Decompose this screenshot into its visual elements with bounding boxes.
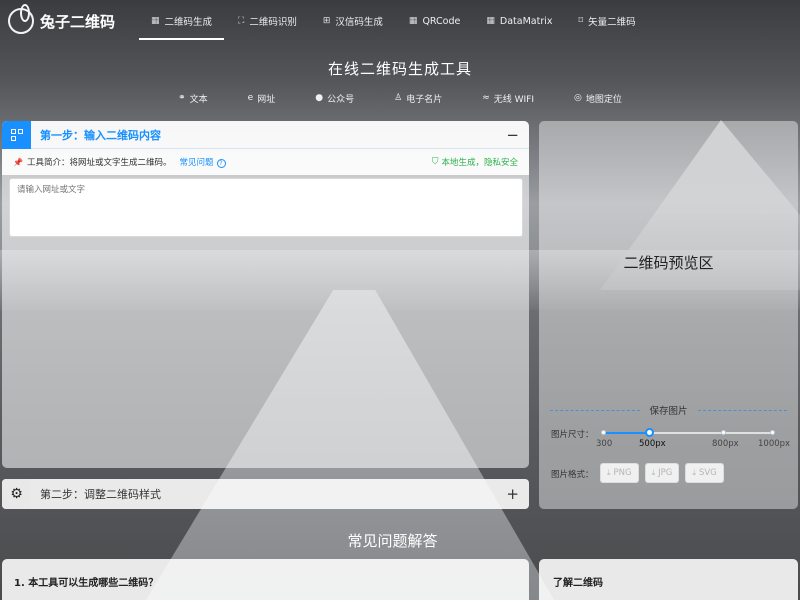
size-slider[interactable]: [601, 428, 775, 437]
tool-intro: 📌 工具简介：将网址或文字生成二维码。 常见问题? ⛉ 本地生成，隐私安全: [2, 149, 529, 175]
download-icon: ⤓: [607, 468, 611, 477]
tab-label: 电子名片: [406, 94, 443, 105]
png-button[interactable]: ⤓ PNG: [600, 463, 639, 483]
nav-item-qrcode[interactable]: ▦ QRCode: [396, 0, 473, 42]
wechat-icon: ●: [315, 93, 324, 103]
expand-button[interactable]: +: [506, 485, 519, 503]
nav-item-label: 二维码生成: [164, 17, 213, 28]
size-marks: 300 500px 800px 1000px: [591, 439, 800, 451]
step1-title: 第一步：输入二维码内容: [40, 128, 161, 142]
qrcode-icon: ▦: [151, 16, 160, 26]
preview-label: 二维码预览区: [623, 254, 714, 272]
hanxin-icon: ⊞: [322, 16, 331, 26]
tab-wifi[interactable]: ≈ 无线 WIFI: [482, 90, 534, 106]
nav-item-label: DataMatrix: [499, 15, 553, 27]
step1-panel: 第一步：输入二维码内容 − 📌 工具简介：将网址或文字生成二维码。 常见问题? …: [2, 121, 529, 468]
tab-vcard[interactable]: ♙ 电子名片: [394, 90, 442, 106]
safe-badge: ⛉ 本地生成，隐私安全: [432, 156, 518, 168]
nav-item-label: 矢量二维码: [588, 17, 636, 28]
type-tabs: ⚭ 文本 e 网址 ● 公众号 ♙ 电子名片 ≈ 无线 WIFI ◎ 地图定位: [0, 90, 800, 106]
step1-icon-box: [2, 121, 31, 149]
intro-text: 工具简介：将网址或文字生成二维码。: [26, 158, 172, 168]
rabbit-logo-icon: [8, 4, 34, 34]
faq-card: 1. 本工具可以生成哪些二维码？: [2, 559, 529, 600]
nav-item-label: 汉信码生成: [335, 17, 383, 28]
format-buttons: ⤓ PNG ⤓ JPG ⤓ SVG: [600, 463, 730, 483]
preview-panel: 二维码预览区 保存图片 图片尺寸： 300 500px 800px 1000px…: [539, 121, 798, 509]
learn-title: 了解二维码: [553, 578, 603, 589]
format-label-text: PNG: [613, 468, 632, 478]
tab-text[interactable]: ⚭ 文本: [178, 90, 208, 106]
datamatrix-icon: ▦: [486, 16, 495, 26]
size-mark: 800px: [712, 439, 739, 449]
tab-wechat[interactable]: ● 公众号: [315, 90, 354, 106]
size-mark: 500px: [639, 439, 666, 449]
scan-icon: ⛶: [238, 16, 245, 26]
save-label: 保存图片: [649, 406, 688, 417]
nav-item-label: QRCode: [422, 15, 461, 27]
tab-label: 网址: [257, 94, 276, 105]
user-icon: ♙: [394, 93, 403, 103]
collapse-button[interactable]: −: [506, 126, 519, 144]
pin-icon: 📌: [13, 157, 23, 167]
logo-text: 兔子二维码: [40, 12, 116, 31]
format-label: 图片格式：: [551, 470, 594, 480]
page-title: 在线二维码生成工具: [327, 60, 472, 78]
vector-icon: ⌑: [578, 16, 584, 26]
link-icon: ⚭: [178, 93, 186, 103]
size-label: 图片尺寸：: [551, 430, 594, 440]
top-nav: 兔子二维码 ▦ 二维码生成 ⛶ 二维码识别 ⊞ 汉信码生成 ▦ QRCode ▦…: [0, 0, 800, 42]
faq-section-title: 常见问题解答: [347, 532, 438, 550]
learn-card: 了解二维码: [539, 559, 798, 600]
save-divider: 保存图片: [550, 403, 788, 417]
tab-location[interactable]: ◎ 地图定位: [574, 90, 622, 106]
step2-panel[interactable]: ⚙ 第二步：调整二维码样式 +: [2, 479, 529, 509]
faq-question[interactable]: 1. 本工具可以生成哪些二维码？: [14, 574, 158, 589]
step1-header[interactable]: 第一步：输入二维码内容 −: [2, 121, 529, 149]
wifi-icon: ≈: [482, 93, 490, 103]
tab-label: 公众号: [327, 94, 355, 105]
question-icon: ?: [216, 159, 226, 168]
format-label-text: JPG: [658, 468, 673, 478]
step2-title: 第二步：调整二维码样式: [40, 488, 161, 501]
size-mark: 300: [596, 439, 613, 449]
nav-item-hanxin[interactable]: ⊞ 汉信码生成: [310, 0, 396, 42]
shield-icon: ⛉: [431, 157, 439, 167]
tab-label: 地图定位: [585, 94, 622, 105]
nav-item-datamatrix[interactable]: ▦ DataMatrix: [473, 0, 565, 42]
nav-item-label: 二维码识别: [249, 17, 297, 28]
logo[interactable]: 兔子二维码: [8, 4, 138, 34]
format-label-text: SVG: [698, 468, 717, 478]
tab-label: 无线 WIFI: [493, 94, 534, 105]
jpg-button[interactable]: ⤓ JPG: [644, 463, 680, 483]
browser-icon: e: [247, 93, 254, 103]
download-icon: ⤓: [651, 468, 656, 477]
size-mark: 1000px: [758, 439, 791, 449]
safe-text: 本地生成，隐私安全: [441, 158, 518, 168]
tab-label: 文本: [189, 94, 208, 105]
qrcode-icon: [10, 128, 23, 141]
nav-item-qr-generate[interactable]: ▦ 二维码生成: [138, 0, 225, 42]
svg-button[interactable]: ⤓ SVG: [685, 463, 724, 483]
qrcode-icon: ▦: [408, 16, 418, 26]
nav-item-qr-scan[interactable]: ⛶ 二维码识别: [225, 0, 310, 42]
location-icon: ◎: [574, 93, 582, 103]
gear-icon: ⚙: [2, 479, 31, 509]
faq-link[interactable]: 常见问题?: [179, 156, 226, 168]
nav-item-vector-qr[interactable]: ⌑ 矢量二维码: [565, 0, 648, 42]
tab-url[interactable]: e 网址: [248, 90, 276, 106]
faq-link-label: 常见问题: [179, 158, 214, 168]
slider-handle[interactable]: [645, 428, 654, 437]
content-input[interactable]: [9, 178, 523, 237]
download-icon: ⤓: [692, 468, 696, 477]
